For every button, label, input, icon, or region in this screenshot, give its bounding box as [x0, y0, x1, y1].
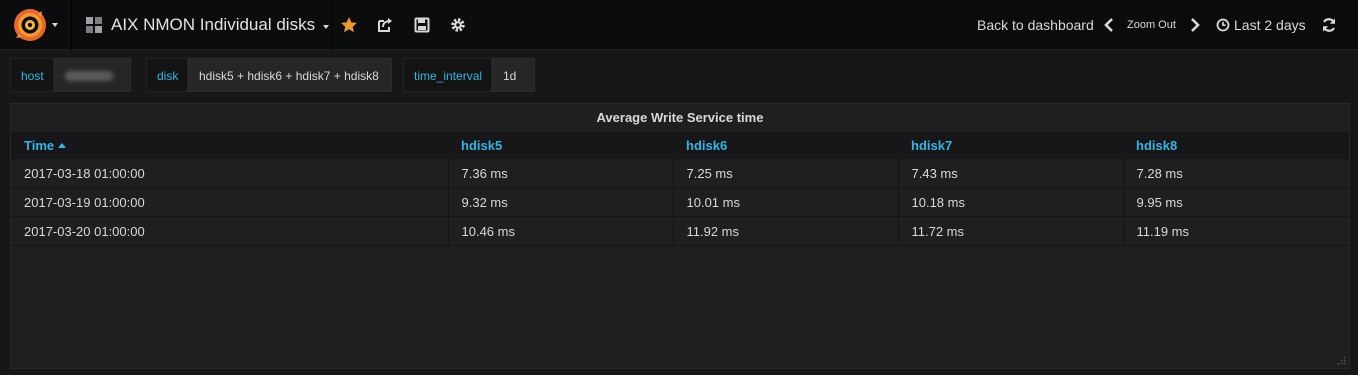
table-cell: 10.18 ms: [897, 187, 1123, 217]
share-icon[interactable]: [375, 15, 395, 35]
table-cell: 11.72 ms: [897, 216, 1123, 246]
table-cell: 7.36 ms: [447, 158, 673, 188]
clock-icon: [1216, 18, 1230, 32]
table-cell: 10.46 ms: [447, 216, 673, 246]
gear-icon[interactable]: [448, 15, 468, 35]
chevron-down-icon: [323, 25, 330, 29]
table-cell: 11.92 ms: [672, 216, 898, 246]
save-icon[interactable]: [412, 15, 432, 35]
grafana-menu-button[interactable]: [0, 0, 72, 50]
variable-value-host[interactable]: [54, 58, 131, 112]
table-cell: 7.25 ms: [672, 158, 898, 188]
top-navbar: AIX NMON Individual disks Back to dashbo…: [0, 0, 1358, 50]
variable-value-time-interval[interactable]: 1d: [492, 58, 535, 112]
variable-label-host: host: [10, 58, 54, 92]
column-header-time[interactable]: Time: [11, 132, 448, 159]
chevron-left-icon[interactable]: [1101, 15, 1117, 35]
variable-value-disk-text: hdisk5 + hdisk6 + hdisk7 + hdisk8: [199, 69, 379, 83]
refresh-icon[interactable]: [1319, 15, 1339, 35]
chevron-down-icon: [52, 23, 58, 27]
table-row: 2017-03-20 01:00:00 10.46 ms 11.92 ms 11…: [11, 216, 1349, 246]
table-row: 2017-03-19 01:00:00 9.32 ms 10.01 ms 10.…: [11, 187, 1349, 217]
chevron-right-icon[interactable]: [1187, 15, 1203, 35]
table-cell: 9.95 ms: [1122, 187, 1349, 217]
table-cell-time: 2017-03-20 01:00:00: [11, 216, 448, 246]
table-cell: 9.32 ms: [447, 187, 673, 217]
time-range-picker[interactable]: Last 2 days: [1234, 17, 1306, 33]
column-header-hdisk7[interactable]: hdisk7: [898, 132, 1123, 159]
star-icon[interactable]: [339, 15, 359, 35]
table-cell: 11.19 ms: [1122, 216, 1349, 246]
table-cell-time: 2017-03-18 01:00:00: [11, 158, 448, 188]
zoom-out-button[interactable]: Zoom Out: [1127, 19, 1176, 31]
table-cell: 7.28 ms: [1122, 158, 1349, 188]
column-header-time-label: Time: [24, 138, 55, 153]
variable-value-time-interval-text: 1d: [503, 69, 517, 83]
table-cell-time: 2017-03-19 01:00:00: [11, 187, 448, 217]
table-cell: 10.01 ms: [672, 187, 898, 217]
column-header-hdisk6[interactable]: hdisk6: [673, 132, 898, 159]
column-header-hdisk5[interactable]: hdisk5: [448, 132, 673, 159]
redacted-host-value: [65, 71, 113, 81]
panel-title[interactable]: Average Write Service time: [11, 104, 1349, 132]
table-row: 2017-03-18 01:00:00 7.36 ms 7.25 ms 7.43…: [11, 158, 1349, 188]
variable-label-disk: disk: [146, 58, 188, 92]
variable-value-disk[interactable]: hdisk5 + hdisk6 + hdisk7 + hdisk8: [188, 58, 392, 112]
table-cell: 7.43 ms: [897, 158, 1123, 188]
sort-ascending-icon: [58, 143, 67, 148]
dashboard-title: AIX NMON Individual disks: [111, 15, 316, 34]
column-header-hdisk8[interactable]: hdisk8: [1123, 132, 1349, 159]
table-panel: Average Write Service time Time hdisk5 h…: [10, 103, 1350, 369]
dashboard-title-picker[interactable]: AIX NMON Individual disks: [73, 0, 332, 50]
grafana-logo-icon: [14, 9, 46, 41]
table-header-row: Time hdisk5 hdisk6 hdisk7 hdisk8: [11, 132, 1349, 159]
variable-label-time-interval: time_interval: [403, 58, 492, 92]
data-table: Time hdisk5 hdisk6 hdisk7 hdisk8 2017-03…: [11, 132, 1349, 246]
back-to-dashboard-button[interactable]: Back to dashboard: [977, 17, 1094, 33]
panel-resize-handle-icon[interactable]: [1337, 356, 1346, 365]
dashboard-grid-icon: [86, 17, 102, 33]
